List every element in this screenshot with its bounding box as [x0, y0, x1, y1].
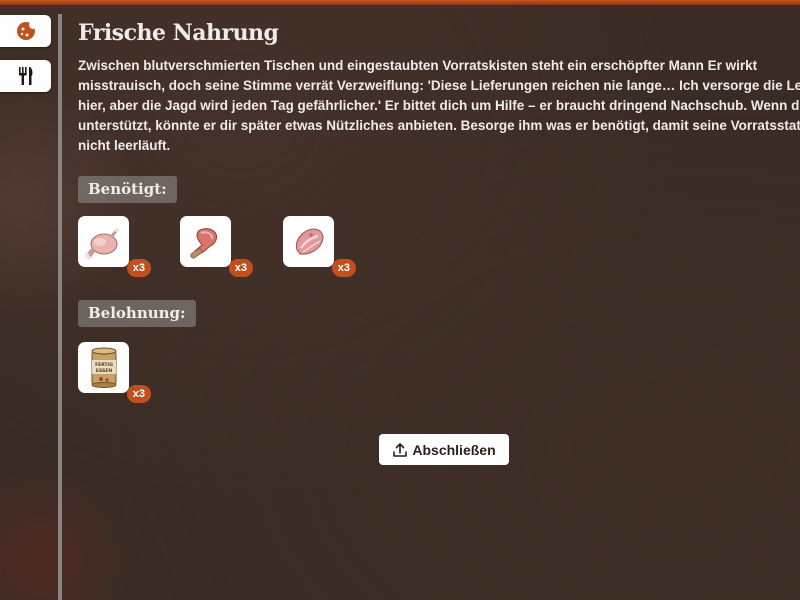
required-item-chicken[interactable]: x3	[78, 216, 151, 277]
quest-panel: Frische Nahrung Zwischen blutverschmiert…	[78, 20, 800, 403]
reward-label: Belohnung:	[78, 300, 196, 327]
quantity-badge: x3	[228, 259, 253, 277]
quantity-badge: x3	[126, 385, 151, 403]
complete-button-label: Abschließen	[412, 441, 496, 458]
canned-food-icon: FERTIG ESSEN	[91, 347, 116, 388]
quest-description: Zwischen blutverschmierten Tischen und e…	[78, 58, 800, 153]
top-accent-bar	[0, 0, 800, 5]
vertical-divider	[58, 14, 62, 600]
can-label-bottom: ESSEN	[95, 368, 111, 374]
quantity-badge: x3	[126, 259, 151, 277]
complete-button[interactable]: Abschließen	[379, 434, 509, 465]
tab-food[interactable]	[0, 60, 51, 92]
required-item-raw-meat[interactable]: x3	[283, 216, 356, 277]
cookie-icon	[16, 21, 37, 40]
tab-cookie[interactable]	[0, 15, 51, 47]
required-label: Benötigt:	[78, 176, 177, 203]
required-item-meat-bone[interactable]: x3	[180, 216, 253, 277]
quest-title: Frische Nahrung	[78, 20, 279, 46]
quantity-badge: x3	[331, 259, 356, 277]
raw-meat-icon	[295, 227, 323, 255]
fork-knife-icon	[18, 67, 32, 85]
reward-item-canned-food[interactable]: FERTIG ESSEN x3	[78, 342, 151, 403]
raw-chicken-icon	[84, 227, 119, 260]
upload-icon	[393, 442, 408, 457]
can-label-top: FERTIG	[95, 362, 113, 368]
meat-bone-icon	[189, 227, 217, 259]
